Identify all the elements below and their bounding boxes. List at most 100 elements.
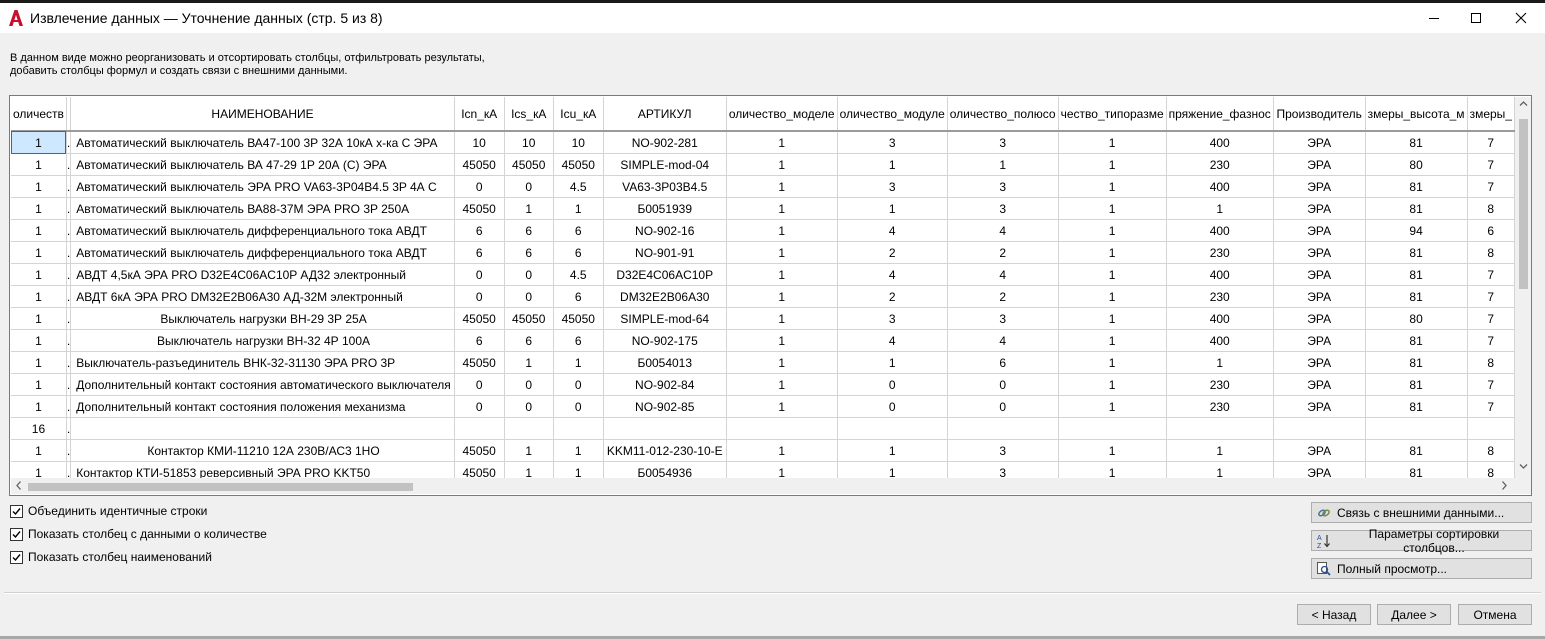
table-cell[interactable]: 230 [1166, 241, 1274, 264]
table-cell[interactable]: 230 [1166, 285, 1274, 308]
table-cell[interactable]: 80 [1365, 307, 1468, 330]
table-cell[interactable] [1467, 417, 1515, 440]
table-cell[interactable]: 45050 [504, 307, 554, 330]
table-cell[interactable]: 0 [837, 395, 948, 418]
table-cell[interactable]: 3 [837, 131, 948, 154]
table-cell[interactable]: 81 [1365, 461, 1468, 478]
table-cell[interactable]: 3 [837, 307, 948, 330]
table-cell[interactable] [553, 417, 604, 440]
table-cell[interactable]: ЭРА [1273, 373, 1366, 396]
table-cell[interactable]: 45050 [454, 351, 505, 374]
table-cell[interactable]: 1 [726, 439, 838, 462]
table-cell[interactable]: 2 [947, 241, 1059, 264]
table-cell[interactable]: 8 [1467, 197, 1515, 220]
table-cell[interactable]: 1 [837, 351, 948, 374]
table-cell[interactable]: 1 [726, 285, 838, 308]
table-cell[interactable]: 6 [553, 329, 604, 352]
table-cell[interactable]: 45050 [454, 307, 505, 330]
table-cell[interactable]: ЭРА [1273, 439, 1366, 462]
table-cell[interactable]: 1 [553, 351, 604, 374]
table-row[interactable]: 1. Дополнительный контакт состояния полож… [11, 395, 1515, 418]
table-cell[interactable]: 45050 [454, 197, 505, 220]
minimize-button[interactable] [1411, 3, 1457, 33]
table-cell[interactable]: 1 [1058, 329, 1167, 352]
table-cell[interactable] [947, 417, 1059, 440]
table-cell[interactable]: 1 [1166, 461, 1274, 478]
table-cell[interactable]: 1 [1058, 263, 1167, 286]
table-row[interactable]: 1. Автоматический выключатель ВА 47-29 1Р… [11, 153, 1515, 176]
column-header[interactable]: Производитель [1273, 97, 1366, 132]
show-names-checkbox[interactable] [10, 550, 23, 564]
table-cell[interactable]: 1 [837, 153, 948, 176]
table-cell[interactable]: 3 [947, 131, 1059, 154]
next-button[interactable]: Далее > [1377, 604, 1451, 625]
table-cell[interactable]: Контактор КТИ-51853 реверсивный ЭРА PRO … [70, 461, 455, 478]
table-cell[interactable]: 1 [11, 373, 67, 396]
table-cell[interactable] [1365, 417, 1468, 440]
scroll-left-icon[interactable] [15, 480, 22, 491]
table-cell[interactable]: Выключатель нагрузки ВН-29 3Р 25А [70, 307, 455, 330]
table-cell[interactable]: 81 [1365, 241, 1468, 264]
table-cell[interactable] [837, 417, 948, 440]
table-cell[interactable]: 4 [947, 219, 1059, 242]
table-cell[interactable]: 8 [1467, 241, 1515, 264]
table-cell[interactable]: 81 [1365, 131, 1468, 154]
title-bar[interactable]: Извлечение данных — Уточнение данных (ст… [0, 3, 1545, 33]
table-cell[interactable]: 7 [1467, 307, 1515, 330]
table-cell[interactable]: SIMPLE-mod-04 [603, 153, 727, 176]
scroll-down-icon[interactable] [1519, 463, 1528, 470]
table-cell[interactable]: 81 [1365, 197, 1468, 220]
combine-rows-checkbox[interactable] [10, 504, 23, 518]
table-row[interactable]: 1. Контактор КТИ-51853 реверсивный ЭРА PR… [11, 461, 1515, 478]
table-cell[interactable]: 45050 [553, 153, 604, 176]
table-row[interactable]: 1. Автоматический выключатель ВА47-100 3Р… [11, 131, 1515, 154]
table-cell[interactable]: 1 [947, 153, 1059, 176]
table-cell[interactable]: 0 [947, 373, 1059, 396]
column-header[interactable]: НАИМЕНОВАНИЕ [70, 97, 455, 132]
table-cell[interactable]: Автоматический выключатель ЭРА PRO VA63-… [70, 175, 455, 198]
table-cell[interactable]: VA63-3P03B4.5 [603, 175, 727, 198]
table-cell[interactable]: 1 [11, 241, 67, 264]
table-row[interactable]: 1. Автоматический выключатель ВА88-37М ЭР… [11, 197, 1515, 220]
column-header[interactable]: оличество_полюсо [947, 97, 1059, 132]
table-cell[interactable]: 2 [837, 285, 948, 308]
table-cell[interactable]: 1 [11, 307, 67, 330]
show-quantity-checkbox[interactable] [10, 527, 23, 541]
table-row[interactable]: 1. Выключатель нагрузки ВН-32 4Р 100А 6 6 6 N… [11, 329, 1515, 352]
table-cell[interactable]: 230 [1166, 395, 1274, 418]
table-cell[interactable]: 81 [1365, 263, 1468, 286]
table-cell[interactable]: 0 [504, 395, 554, 418]
table-cell[interactable]: 0 [454, 373, 505, 396]
table-cell[interactable]: 94 [1365, 219, 1468, 242]
table-cell[interactable]: 81 [1365, 395, 1468, 418]
table-cell[interactable]: 400 [1166, 263, 1274, 286]
table-cell[interactable]: 0 [454, 285, 505, 308]
vertical-scroll-thumb[interactable] [1519, 119, 1528, 289]
table-cell[interactable]: 0 [454, 395, 505, 418]
maximize-button[interactable] [1453, 3, 1499, 33]
table-cell[interactable]: ЭРА [1273, 219, 1366, 242]
table-cell[interactable]: 1 [1058, 307, 1167, 330]
table-cell[interactable] [603, 417, 727, 440]
table-cell[interactable]: 1 [11, 329, 67, 352]
table-cell[interactable]: 1 [11, 131, 67, 154]
table-cell[interactable]: 1 [726, 131, 838, 154]
table-cell[interactable]: NO-902-16 [603, 219, 727, 242]
table-cell[interactable]: 1 [726, 461, 838, 478]
table-cell[interactable]: Автоматический выключатель дифференциаль… [70, 219, 455, 242]
table-cell[interactable]: 1 [11, 153, 67, 176]
table-row[interactable]: 1. Автоматический выключатель дифференциа… [11, 219, 1515, 242]
table-cell[interactable]: 400 [1166, 307, 1274, 330]
table-cell[interactable] [726, 417, 838, 440]
table-cell[interactable]: 81 [1365, 285, 1468, 308]
vertical-scrollbar[interactable] [1515, 97, 1531, 478]
table-cell[interactable]: 45050 [504, 153, 554, 176]
table-cell[interactable]: 1 [504, 351, 554, 374]
table-cell[interactable]: 1 [837, 197, 948, 220]
table-cell[interactable]: KKM11-012-230-10-E [603, 439, 727, 462]
table-cell[interactable] [454, 417, 505, 440]
table-cell[interactable]: 1 [11, 175, 67, 198]
table-row[interactable]: 16. [11, 417, 1515, 440]
table-cell[interactable] [504, 417, 554, 440]
table-cell[interactable]: NO-901-91 [603, 241, 727, 264]
